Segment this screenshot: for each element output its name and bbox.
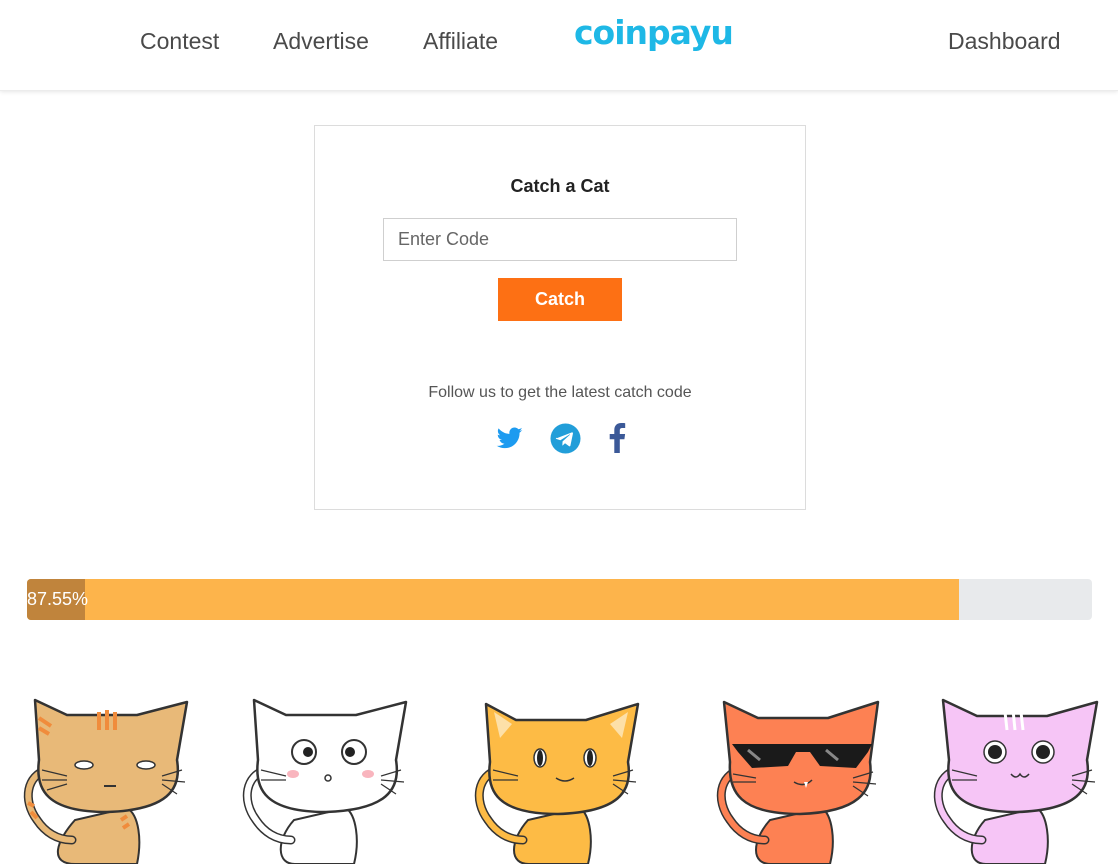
orange-tabby-cat	[17, 690, 192, 864]
follow-text: Follow us to get the latest catch code	[428, 384, 692, 401]
pink-cat	[927, 690, 1102, 864]
catch-card: Catch a Cat Catch Follow us to get the l…	[314, 125, 806, 510]
progress-fill	[27, 579, 960, 620]
nav-link-dashboard[interactable]: Dashboard	[948, 28, 1061, 54]
twitter-icon[interactable]	[496, 425, 524, 456]
top-navbar: Contest Advertise Affiliate coinpayu Das…	[0, 0, 1118, 91]
card-title: Catch a Cat	[510, 176, 610, 196]
nav-link-advertise[interactable]: Advertise	[273, 28, 369, 54]
nav-link-contest[interactable]: Contest	[140, 28, 219, 54]
telegram-icon[interactable]	[550, 423, 581, 459]
coinpayu-logo-mark: coinpayu	[574, 13, 734, 52]
catch-button[interactable]: Catch	[498, 278, 622, 321]
progress-percent-label: 87.55%	[27, 589, 89, 609]
facebook-icon[interactable]	[608, 423, 626, 458]
white-cat	[236, 690, 411, 864]
sunglasses-cat	[708, 690, 883, 864]
nav-link-affiliate[interactable]: Affiliate	[423, 28, 498, 54]
logo-text: coinpayu	[574, 13, 732, 52]
code-input[interactable]	[383, 218, 737, 261]
yellow-cat	[468, 690, 643, 864]
coinpayu-logo[interactable]: coinpayu	[572, 10, 734, 71]
catch-progress-bar: 87.55%	[27, 579, 1092, 620]
